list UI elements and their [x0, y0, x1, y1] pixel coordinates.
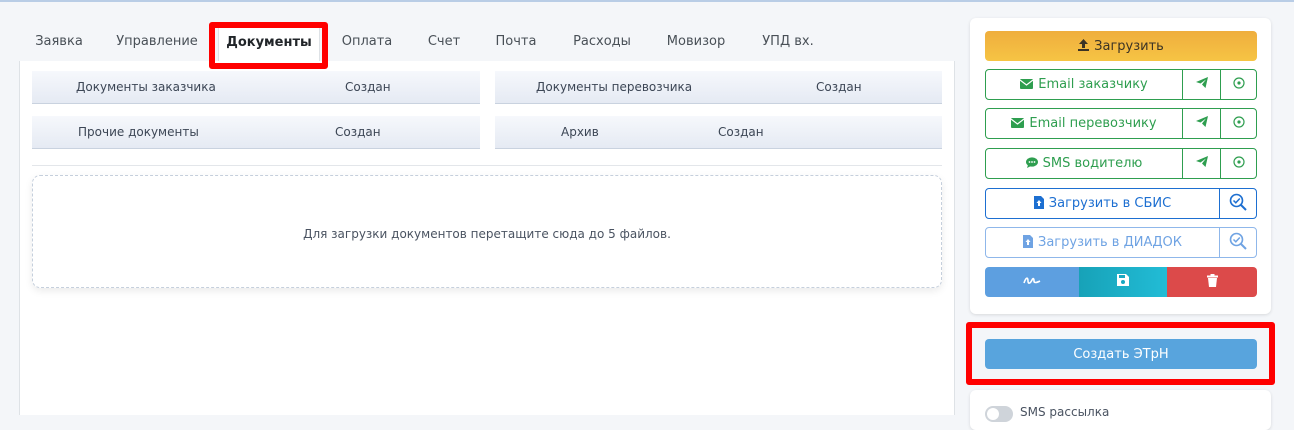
delete-button[interactable]: [1167, 267, 1257, 297]
dropzone-text: Для загрузки документов перетащите сюда …: [303, 227, 671, 241]
chat-icon: [1025, 157, 1038, 170]
check-diadok-button[interactable]: [1219, 227, 1257, 258]
tab-bar: Заявка Управление Документы Оплата Счет …: [20, 22, 955, 62]
tab-movizor[interactable]: Мовизор: [660, 22, 732, 62]
tab-oplata[interactable]: Оплата: [334, 22, 400, 62]
tab-zayavka[interactable]: Заявка: [28, 22, 90, 62]
doc-section-carrier[interactable]: Документы перевозчика Создан: [495, 71, 942, 104]
envelope-icon: [1011, 117, 1025, 130]
telegram-icon: [1195, 77, 1208, 92]
whatsapp-icon: [1232, 155, 1245, 172]
doc-section-other[interactable]: Прочие документы Создан: [32, 116, 480, 149]
doc-section-created: Создан: [718, 125, 764, 139]
tab-upd-vkh[interactable]: УПД вх.: [755, 22, 821, 62]
file-upload-icon: [1023, 235, 1033, 250]
tab-schet[interactable]: Счет: [420, 22, 468, 62]
highlight-documents-tab: [209, 22, 328, 69]
doc-section-created: Создан: [335, 125, 381, 139]
sms-driver-button[interactable]: SMS водителю: [985, 148, 1183, 179]
sign-button[interactable]: [985, 267, 1079, 297]
doc-section-created: Создан: [345, 80, 391, 94]
email-customer-label: Email заказчику: [1038, 77, 1148, 92]
trash-icon: [1206, 273, 1218, 291]
sms-toggle[interactable]: [985, 406, 1013, 422]
doc-section-created: Создан: [816, 80, 862, 94]
file-dropzone[interactable]: Для загрузки документов перетащите сюда …: [32, 175, 942, 288]
upload-sbis-label: Загрузить в СБИС: [1048, 196, 1172, 211]
telegram-customer-button[interactable]: [1182, 69, 1221, 100]
doc-section-archive[interactable]: Архив Создан: [495, 116, 942, 149]
upload-diadok-button[interactable]: Загрузить в ДИАДОК: [985, 227, 1220, 258]
upload-label: Загрузить: [1094, 38, 1164, 54]
sms-driver-label: SMS водителю: [1042, 156, 1143, 171]
sms-settings-card: [970, 390, 1271, 430]
file-upload-icon: [1033, 196, 1044, 211]
whatsapp-icon: [1232, 76, 1245, 93]
whatsapp-icon: [1232, 115, 1245, 132]
tab-pochta[interactable]: Почта: [488, 22, 544, 62]
doc-section-label: Документы заказчика: [76, 80, 216, 94]
email-customer-button[interactable]: Email заказчику: [985, 69, 1183, 100]
envelope-icon: [1019, 78, 1034, 91]
doc-section-customer[interactable]: Документы заказчика Создан: [32, 71, 480, 104]
whatsapp-carrier-button[interactable]: [1220, 108, 1257, 139]
floppy-icon: [1117, 274, 1129, 290]
highlight-create-etrn: [966, 322, 1275, 385]
upload-sbis-button[interactable]: Загрузить в СБИС: [985, 188, 1220, 219]
sms-toggle-label: SMS рассылка: [1020, 405, 1110, 419]
doc-section-label: Прочие документы: [78, 125, 199, 139]
telegram-carrier-button[interactable]: [1182, 108, 1221, 139]
whatsapp-driver-button[interactable]: [1220, 148, 1257, 179]
upload-button[interactable]: Загрузить: [985, 31, 1257, 61]
email-carrier-button[interactable]: Email перевозчику: [985, 108, 1183, 139]
doc-section-label: Документы перевозчика: [536, 80, 693, 94]
email-carrier-label: Email перевозчику: [1029, 116, 1157, 131]
telegram-icon: [1195, 116, 1208, 131]
divider: [32, 165, 942, 166]
search-check-icon: [1229, 232, 1247, 254]
save-button[interactable]: [1079, 267, 1167, 297]
tab-raskhody[interactable]: Расходы: [564, 22, 640, 62]
telegram-icon: [1195, 156, 1208, 171]
upload-diadok-label: Загрузить в ДИАДОК: [1038, 235, 1182, 250]
tab-upravlenie[interactable]: Управление: [110, 22, 204, 62]
search-check-icon: [1229, 193, 1247, 215]
doc-section-label: Архив: [561, 125, 599, 139]
whatsapp-customer-button[interactable]: [1220, 69, 1257, 100]
signature-icon: [1023, 275, 1041, 290]
check-sbis-button[interactable]: [1219, 188, 1257, 219]
upload-icon: [1078, 39, 1090, 53]
telegram-driver-button[interactable]: [1182, 148, 1221, 179]
